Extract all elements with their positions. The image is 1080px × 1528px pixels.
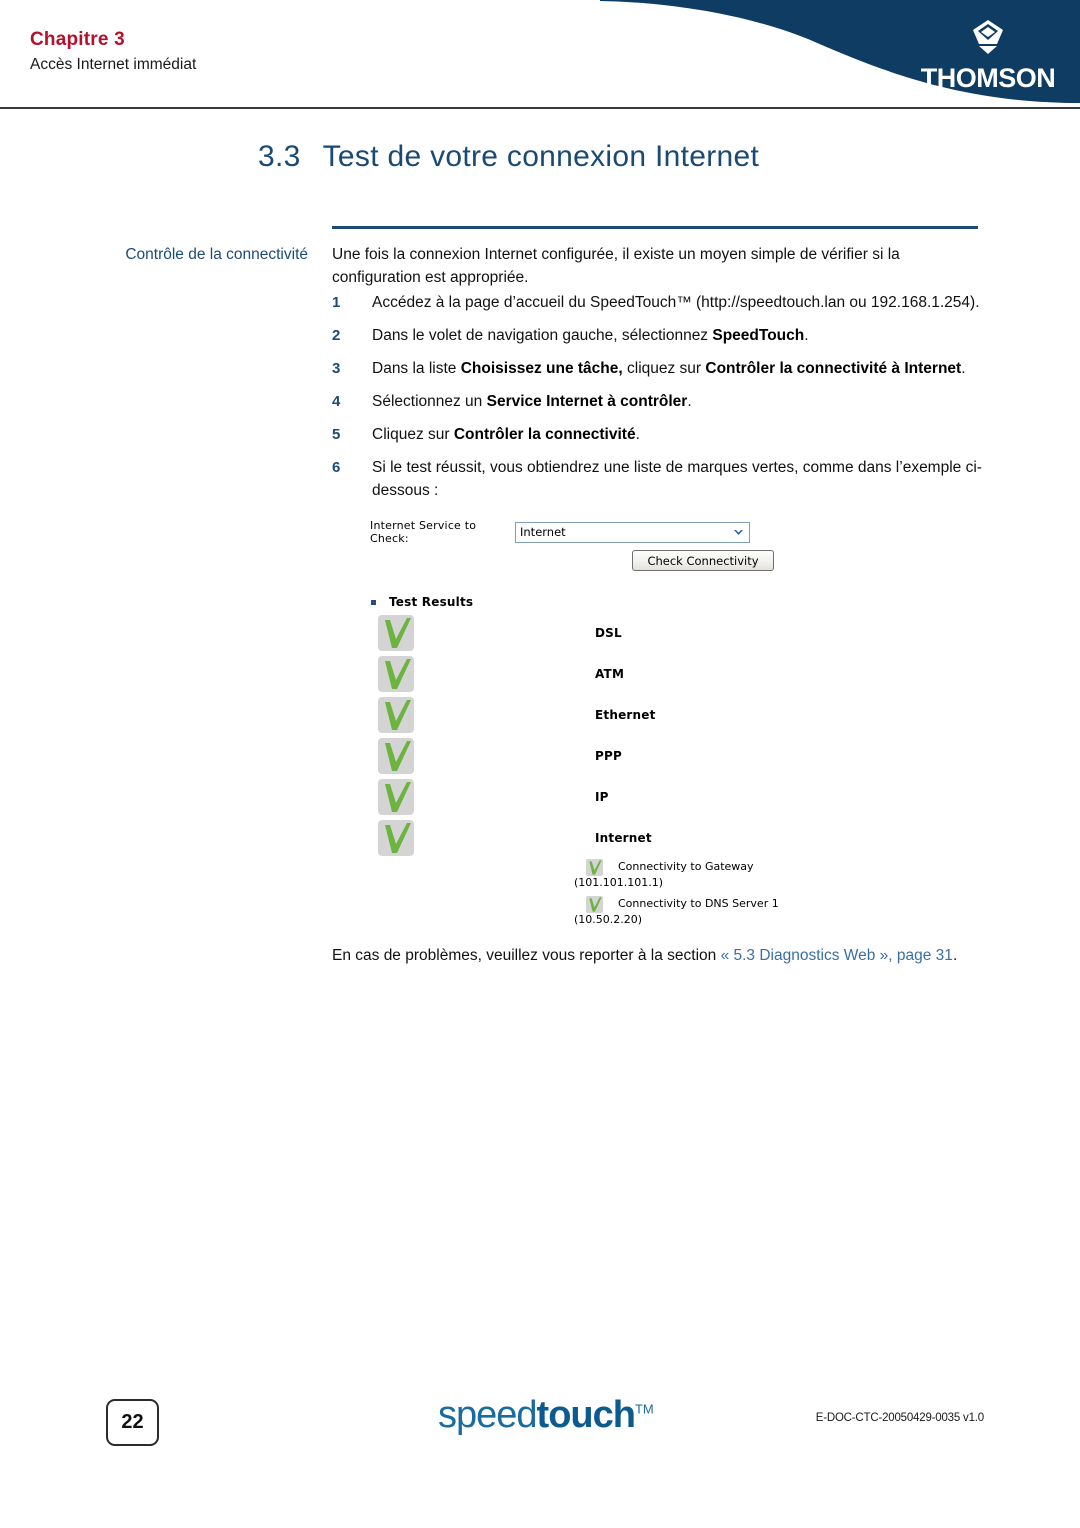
intro-paragraph: Une fois la connexion Internet configuré… [332, 246, 900, 286]
check-mark-icon [378, 738, 414, 774]
step-item: 4 Sélectionnez un Service Internet à cont… [332, 390, 982, 413]
sub-result-address: (10.50.2.20) [574, 913, 643, 926]
step-item: 6 Si le test réussit, vous obtiendrez une… [332, 456, 982, 502]
sub-results-list: Connectivity to Gateway (101.101.101.1) Co… [574, 859, 870, 928]
step-item: 3 Dans la liste Choisissez une tâche, cli… [332, 357, 982, 380]
cross-reference-link[interactable]: « 5.3 Diagnostics Web », page 31 [721, 947, 953, 964]
step-item: 2 Dans le volet de navigation gauche, sél… [332, 324, 982, 347]
speedtouch-logo-tm: TM [634, 1401, 654, 1417]
step-number: 6 [332, 459, 341, 476]
speedtouch-logo-light: speed [438, 1394, 538, 1436]
test-results-heading: Test Results [370, 595, 870, 609]
speedtouch-logo-bold: touch [536, 1394, 636, 1436]
test-result-row: ATM [370, 654, 870, 695]
test-result-label: ATM [595, 667, 625, 681]
header-divider-line [0, 107, 1080, 109]
check-mark-icon [586, 896, 603, 913]
check-mark-icon [378, 615, 414, 651]
page-number: 22 [106, 1399, 159, 1446]
check-mark-icon [378, 779, 414, 815]
step-text: Accédez à la page d’accueil du SpeedTouc… [372, 294, 980, 311]
test-result-label: PPP [595, 749, 622, 763]
closing-text-after: . [952, 947, 958, 964]
section-number: 3.3 [258, 140, 301, 173]
chapter-label: Chapitre 3 [30, 29, 125, 50]
check-mark-icon [378, 820, 414, 856]
test-results-title: Test Results [389, 595, 474, 609]
step-text: Dans le volet de navigation gauche, séle… [372, 327, 809, 344]
closing-text-before: En cas de problèmes, veuillez vous repor… [332, 947, 721, 964]
sub-result-row: Connectivity to DNS Server 1 (10.50.2.20) [574, 896, 870, 928]
test-result-row: IP [370, 777, 870, 818]
step-number: 5 [332, 426, 341, 443]
test-result-row: Internet [370, 818, 870, 859]
page-title: 3.3 Test de votre connexion Internet [258, 140, 759, 174]
sub-result-label: Connectivity to Gateway [618, 860, 754, 873]
chapter-block: Chapitre 3 Accès Internet immédiat [30, 28, 196, 76]
sub-result-address: (101.101.101.1) [574, 876, 664, 889]
content-divider-rule [332, 226, 978, 229]
document-id: E-DOC-CTC-20050429-0035 v1.0 [815, 1412, 984, 1424]
speedtouch-logo: speedtouchTM [438, 1394, 654, 1437]
embedded-screenshot: Internet Service to Check: Internet Chec… [370, 519, 870, 933]
steps-list: 1 Accédez à la page d’accueil du SpeedTou… [332, 291, 982, 512]
step-text: Si le test réussit, vous obtiendrez une … [372, 459, 982, 499]
service-label: Internet Service to Check: [370, 519, 477, 545]
margin-label: Contrôle de la connectivité [125, 246, 308, 263]
thomson-wordmark: THOMSON [920, 63, 1056, 93]
step-text: Cliquez sur Contrôler la connectivité. [372, 426, 640, 443]
step-number: 3 [332, 360, 341, 377]
sub-result-row: Connectivity to Gateway (101.101.101.1) [574, 859, 870, 891]
thomson-logo: THOMSON [918, 18, 1058, 92]
test-result-label: Internet [595, 831, 652, 845]
test-result-row: PPP [370, 736, 870, 777]
step-item: 1 Accédez à la page d’accueil du SpeedTou… [332, 291, 982, 314]
section-title-text: Test de votre connexion Internet [322, 140, 760, 173]
closing-paragraph: En cas de problèmes, veuillez vous repor… [332, 944, 982, 968]
step-number: 1 [332, 294, 341, 311]
check-button-row: Check Connectivity [370, 550, 870, 571]
check-mark-icon [586, 859, 603, 876]
internet-service-select[interactable]: Internet [515, 521, 750, 543]
test-results-list: DSL ATM Ethernet PPP IP Internet [370, 613, 870, 859]
bullet-icon [371, 599, 376, 605]
test-result-label: Ethernet [595, 708, 656, 722]
internet-service-selected-value: Internet [520, 525, 566, 539]
check-mark-icon [378, 656, 414, 692]
step-item: 5 Cliquez sur Contrôler la connectivité. [332, 423, 982, 446]
chevron-down-icon[interactable] [730, 523, 747, 541]
test-result-row: Ethernet [370, 695, 870, 736]
step-text: Sélectionnez un Service Internet à contr… [372, 393, 692, 410]
chapter-subtitle: Accès Internet immédiat [30, 56, 197, 73]
step-text: Dans la liste Choisissez une tâche, cliq… [372, 360, 966, 377]
sub-result-label: Connectivity to DNS Server 1 [618, 897, 779, 910]
thomson-diamond-icon [918, 18, 1058, 63]
step-number: 4 [332, 393, 341, 410]
check-connectivity-button[interactable]: Check Connectivity [632, 550, 774, 571]
service-row: Internet Service to Check: Internet [370, 519, 870, 545]
test-result-row: DSL [370, 613, 870, 654]
check-mark-icon [378, 697, 414, 733]
test-result-label: DSL [595, 626, 622, 640]
step-number: 2 [332, 327, 341, 344]
test-result-label: IP [595, 790, 609, 804]
